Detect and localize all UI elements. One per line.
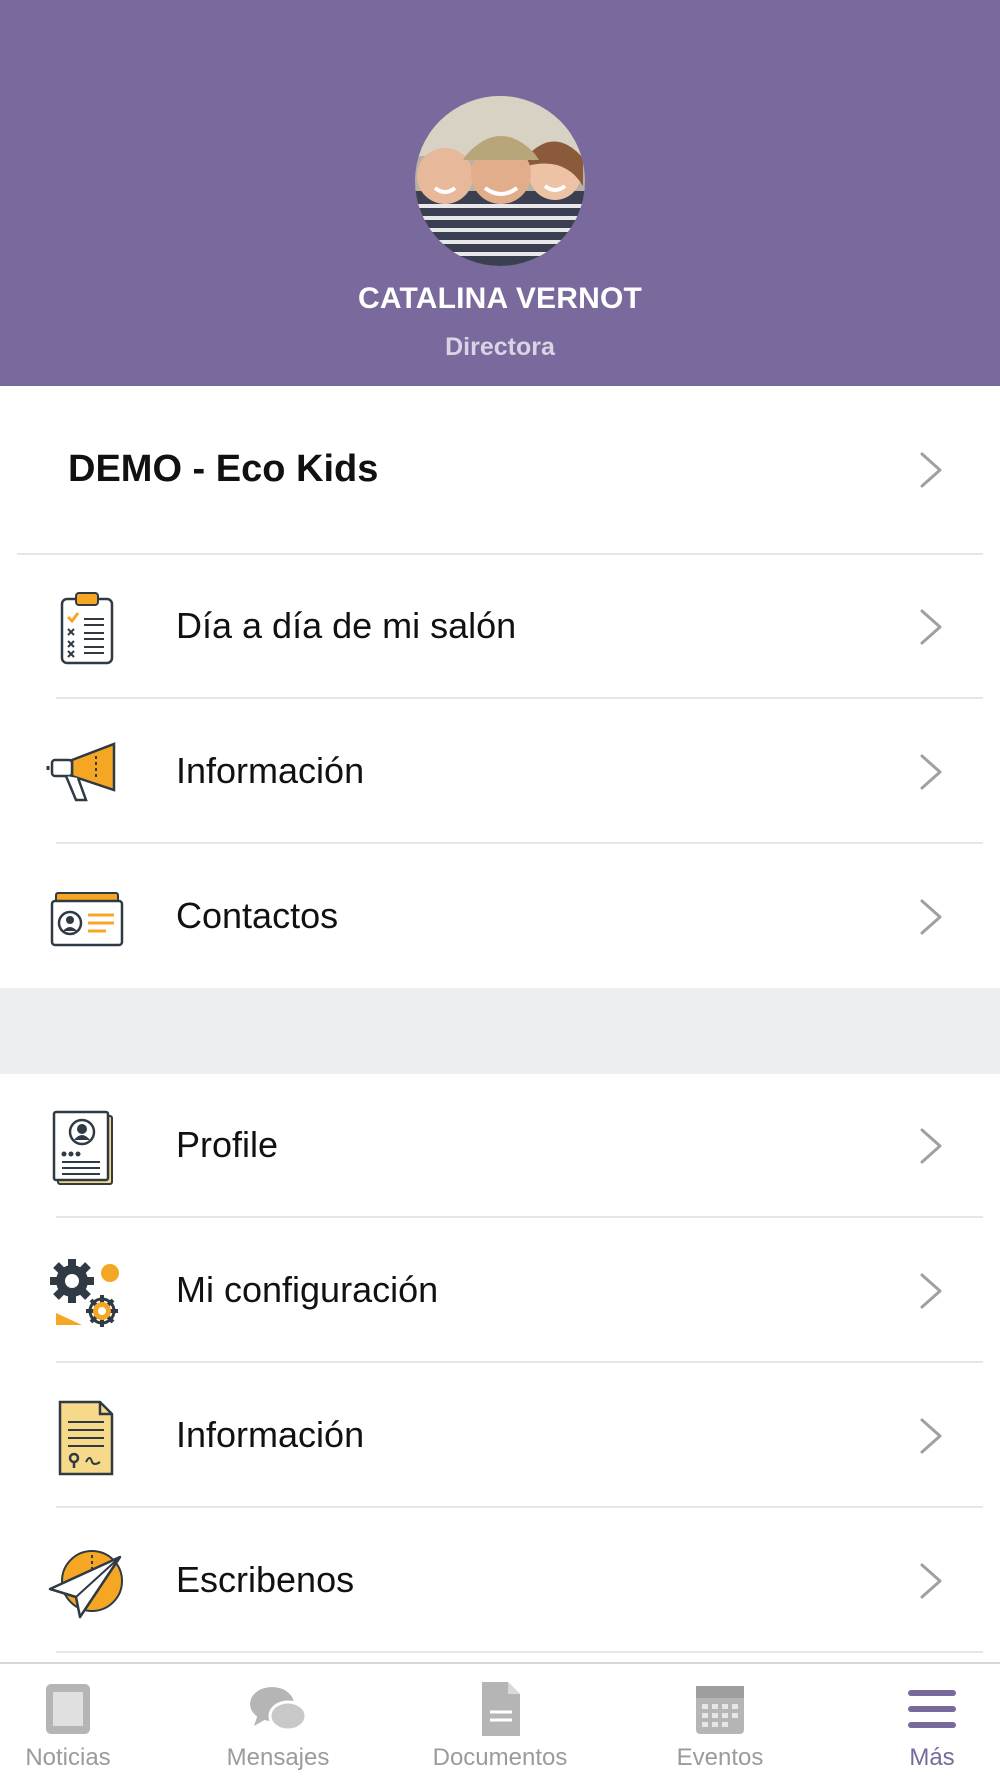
menu-item-label: Escribenos <box>176 1559 355 1600</box>
tab-eventos[interactable]: Eventos <box>660 1664 780 1778</box>
bottom-tab-bar: Noticias Mensajes Documentos Eventos Más <box>0 1662 1000 1778</box>
menu-item-label: Mi configuración <box>176 1269 439 1310</box>
chevron-right-icon <box>916 1271 946 1311</box>
profile-document-icon <box>46 1108 126 1188</box>
tab-documentos[interactable]: Documentos <box>420 1664 580 1778</box>
chevron-right-icon <box>916 752 946 792</box>
chevron-right-icon <box>916 607 946 647</box>
menu-item-label: Contactos <box>176 895 339 936</box>
clipboard-checklist-icon <box>46 589 126 669</box>
chat-bubbles-icon <box>248 1680 308 1738</box>
chevron-right-icon <box>916 897 946 937</box>
menu-item-label: Información <box>176 750 365 791</box>
divider <box>56 1506 983 1508</box>
menu-item-dia-a-dia[interactable]: Día a día de mi salón <box>0 555 1000 699</box>
tab-label: Eventos <box>676 1744 764 1771</box>
gears-icon <box>46 1253 126 1333</box>
divider <box>56 1361 983 1363</box>
chevron-right-icon <box>916 1416 946 1456</box>
menu-item-informacion[interactable]: Información <box>0 700 1000 844</box>
menu-item-label: Información <box>176 1414 365 1455</box>
menu-item-contactos[interactable]: Contactos <box>0 845 1000 989</box>
menu-item-escribenos[interactable]: Escribenos <box>0 1509 1000 1653</box>
school-selector[interactable]: DEMO - Eco Kids <box>0 386 1000 554</box>
chevron-right-icon <box>916 450 946 490</box>
menu-item-mi-configuracion[interactable]: Mi configuración <box>0 1219 1000 1363</box>
school-name: DEMO - Eco Kids <box>68 448 379 490</box>
tab-mas[interactable]: Más <box>880 1664 984 1778</box>
tab-label: Noticias <box>25 1744 111 1771</box>
user-name: CATALINA VERNOT <box>357 282 643 315</box>
hamburger-menu-icon <box>902 1680 962 1738</box>
contact-card-icon <box>46 879 126 959</box>
divider <box>56 1651 983 1653</box>
paper-plane-icon <box>46 1543 126 1623</box>
tab-label: Más <box>909 1744 955 1771</box>
tab-mensajes[interactable]: Mensajes <box>208 1664 348 1778</box>
document-icon <box>470 1680 530 1738</box>
certificate-document-icon <box>46 1398 126 1478</box>
divider <box>56 697 983 699</box>
tab-label: Documentos <box>432 1744 568 1771</box>
menu-item-profile[interactable]: Profile <box>0 1074 1000 1218</box>
tab-noticias[interactable]: Noticias <box>0 1664 136 1778</box>
avatar-photo <box>415 96 585 266</box>
chevron-right-icon <box>916 1561 946 1601</box>
menu-item-label: Día a día de mi salón <box>176 605 517 646</box>
megaphone-icon <box>46 734 126 814</box>
profile-header: CATALINA VERNOT Directora <box>0 0 1000 386</box>
divider <box>56 1216 983 1218</box>
menu-item-label: Profile <box>176 1124 279 1165</box>
tab-label: Mensajes <box>226 1744 330 1771</box>
divider <box>56 842 983 844</box>
calendar-icon <box>690 1680 750 1738</box>
newspaper-icon <box>38 1680 98 1738</box>
menu-item-informacion-2[interactable]: Información <box>0 1364 1000 1508</box>
user-role: Directora <box>445 333 555 361</box>
avatar[interactable] <box>415 96 585 266</box>
section-separator <box>0 988 1000 1074</box>
chevron-right-icon <box>916 1126 946 1166</box>
